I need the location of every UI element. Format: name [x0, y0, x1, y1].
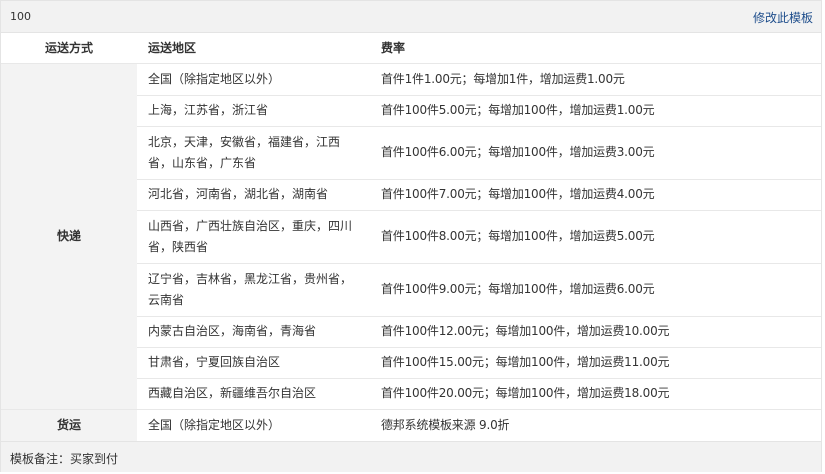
region-cell: 上海，江苏省，浙江省	[137, 95, 370, 127]
shipping-fee-table: 运送方式 运送地区 费率 快递 全国（除指定地区以外） 首件1件1.00元；每增…	[1, 33, 821, 442]
fee-cell: 首件100件12.00元；每增加100件，增加运费10.00元	[370, 316, 821, 348]
header-shipping-region: 运送地区	[137, 33, 370, 64]
fee-cell: 首件100件6.00元；每增加100件，增加运费3.00元	[370, 126, 821, 180]
table-row: 快递 全国（除指定地区以外） 首件1件1.00元；每增加1件，增加运费1.00元	[1, 63, 821, 410]
region-cell: 辽宁省，吉林省，黑龙江省，贵州省，云南省	[137, 263, 370, 317]
region-cell: 河北省，河南省，湖北省，湖南省	[137, 179, 370, 211]
edit-template-link[interactable]: 修改此模板	[753, 9, 813, 26]
fee-cell: 首件100件9.00元；每增加100件，增加运费6.00元	[370, 263, 821, 317]
template-note-row: 模板备注：买家到付	[1, 441, 821, 472]
template-header: 100 修改此模板	[1, 1, 821, 33]
fee-cell: 首件100件8.00元；每增加100件，增加运费5.00元	[370, 210, 821, 264]
fee-cell: 首件1件1.00元；每增加1件，增加运费1.00元	[370, 63, 821, 96]
region-cell: 北京，天津，安徽省，福建省，江西省，山东省，广东省	[137, 126, 370, 180]
fee-cell: 德邦系统模板来源 9.0折	[370, 409, 821, 442]
header-shipping-method: 运送方式	[1, 33, 137, 64]
shipping-template-panel: 100 修改此模板 运送方式 运送地区 费率 快递 全国（除指定地区以外） 首件…	[0, 0, 822, 472]
method-cell-express: 快递	[1, 63, 137, 410]
method-cell-freight: 货运	[1, 409, 137, 442]
fee-cell: 首件100件7.00元；每增加100件，增加运费4.00元	[370, 179, 821, 211]
header-fee-rate: 费率	[370, 33, 821, 64]
region-cell: 甘肃省，宁夏回族自治区	[137, 347, 370, 379]
fee-cell: 首件100件5.00元；每增加100件，增加运费1.00元	[370, 95, 821, 127]
fee-cell: 首件100件20.00元；每增加100件，增加运费18.00元	[370, 378, 821, 410]
region-cell: 山西省，广西壮族自治区，重庆，四川省，陕西省	[137, 210, 370, 264]
region-cell: 内蒙古自治区，海南省，青海省	[137, 316, 370, 348]
region-cell: 西藏自治区，新疆维吾尔自治区	[137, 378, 370, 410]
template-name: 100	[10, 10, 31, 23]
template-note: 模板备注：买家到付	[10, 452, 119, 466]
table-row: 货运 全国（除指定地区以外） 德邦系统模板来源 9.0折	[1, 409, 821, 442]
region-cell: 全国（除指定地区以外）	[137, 409, 370, 442]
region-cell: 全国（除指定地区以外）	[137, 63, 370, 96]
fee-cell: 首件100件15.00元；每增加100件，增加运费11.00元	[370, 347, 821, 379]
table-header-row: 运送方式 运送地区 费率	[1, 33, 821, 64]
